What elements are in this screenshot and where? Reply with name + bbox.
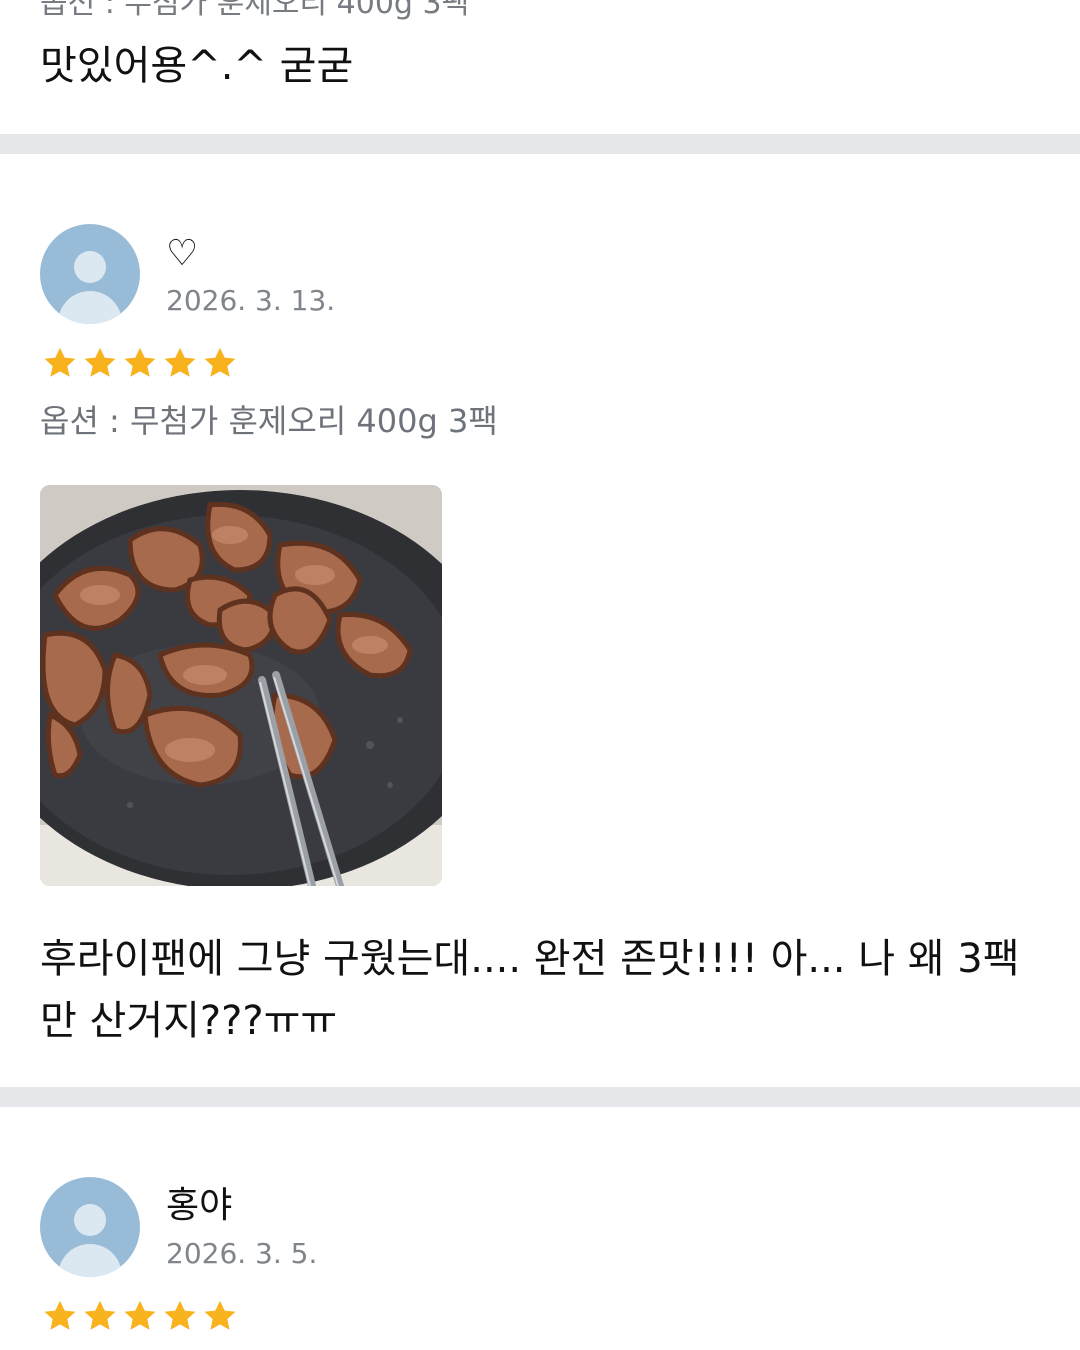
star-filled-icon [164, 347, 196, 377]
star-filled-icon [124, 1300, 156, 1330]
review-date: 2026. 3. 13. [166, 284, 336, 317]
review-username: 홍야 [166, 1185, 233, 1226]
star-filled-icon [124, 347, 156, 377]
review-list: 옵션 : 무첨가 훈제오리 400g 3팩 맛있어용^.^ 굳굳 ♡ 2026.… [0, 0, 1080, 1350]
star-filled-icon [204, 1300, 236, 1330]
star-filled-icon [44, 347, 76, 377]
review-divider [0, 1087, 1080, 1107]
default-user-avatar-icon [40, 1177, 140, 1277]
star-rating [42, 1298, 238, 1338]
review-option: 옵션 : 무첨가 훈제오리 400g 3팩 [40, 402, 498, 440]
star-filled-icon [204, 347, 236, 377]
star-rating [42, 345, 238, 385]
review-date: 2026. 3. 5. [166, 1237, 318, 1270]
review-option: 옵션 : 무첨가 훈제오리 400g 3팩 [40, 0, 470, 21]
smoked-duck-in-pan-photo [40, 485, 442, 886]
star-filled-icon [84, 347, 116, 377]
review-divider [0, 134, 1080, 154]
review-username: ♡ [166, 233, 199, 274]
review-item: 옵션 : 무첨가 훈제오리 400g 3팩 맛있어용^.^ 굳굳 [0, 0, 1080, 134]
star-filled-icon [164, 1300, 196, 1330]
review-photo[interactable] [40, 485, 442, 886]
star-filled-icon [84, 1300, 116, 1330]
default-user-avatar-icon [40, 224, 140, 324]
review-text: 맛있어용^.^ 굳굳 [40, 43, 354, 89]
review-text: 후라이팬에 그냥 구웠는대.... 완전 존맛!!!! 아... 나 왜 3팩 … [40, 936, 1020, 1044]
star-filled-icon [44, 1300, 76, 1330]
